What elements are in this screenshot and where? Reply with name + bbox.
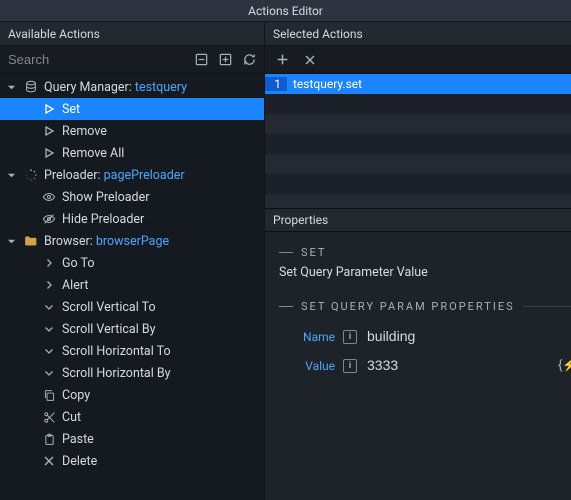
folder-icon: [23, 234, 39, 248]
group-preloader[interactable]: Preloader: pagePreloader: [0, 164, 264, 186]
item-label: Copy: [62, 388, 90, 403]
properties-header: Properties: [265, 208, 571, 232]
selected-toolbar: [265, 46, 571, 74]
row-text: testquery.set: [287, 77, 571, 91]
item-label: Remove: [62, 124, 107, 139]
play-icon: [41, 147, 57, 159]
database-icon: [23, 80, 39, 94]
eye-icon: [41, 190, 57, 204]
item-label: Scroll Horizontal To: [62, 344, 171, 359]
section-params-title: SET QUERY PARAM PROPERTIES: [279, 300, 571, 313]
eye-off-icon: [41, 212, 57, 226]
row-number: 1: [265, 77, 287, 91]
binding-icon[interactable]: {⚡}: [558, 358, 571, 373]
action-show-preloader[interactable]: Show Preloader: [0, 186, 264, 208]
action-cut[interactable]: Cut: [0, 406, 264, 428]
item-label: Show Preloader: [62, 190, 149, 205]
action-scroll-horizontal-to[interactable]: Scroll Horizontal To: [0, 340, 264, 362]
refresh-button[interactable]: [240, 51, 258, 69]
play-icon: [41, 103, 57, 115]
section-set-desc: Set Query Parameter Value: [279, 265, 571, 280]
action-hide-preloader[interactable]: Hide Preloader: [0, 208, 264, 230]
action-delete[interactable]: Delete: [0, 450, 264, 472]
spinner-icon: [23, 168, 39, 182]
item-label: Scroll Horizontal By: [62, 366, 171, 381]
chevron-down-icon: [4, 83, 18, 92]
add-button[interactable]: [273, 51, 291, 69]
chevron-down-icon: [41, 346, 57, 356]
item-label: Paste: [62, 432, 94, 447]
selected-actions-header: Selected Actions: [265, 22, 571, 46]
chevron-down-icon: [41, 368, 57, 378]
properties-body: SET Set Query Parameter Value SET QUERY …: [265, 232, 571, 500]
selected-actions-list[interactable]: 1 testquery.set: [265, 74, 571, 208]
action-scroll-horizontal-by[interactable]: Scroll Horizontal By: [0, 362, 264, 384]
item-label: Alert: [62, 278, 88, 293]
selected-actions-pane: Selected Actions 1 testquery.set Propert…: [265, 22, 571, 500]
chevron-right-icon: [41, 258, 57, 268]
item-label: Scroll Vertical By: [62, 322, 156, 337]
info-icon[interactable]: i: [343, 359, 357, 373]
play-icon: [41, 125, 57, 137]
value-label: Value: [279, 359, 335, 373]
item-label: Go To: [62, 256, 94, 271]
chevron-down-icon: [4, 237, 18, 246]
action-set[interactable]: Set: [0, 98, 264, 120]
window-title: Actions Editor: [0, 0, 571, 22]
group-browser[interactable]: Browser: browserPage: [0, 230, 264, 252]
remove-button[interactable]: [301, 51, 319, 69]
actions-tree[interactable]: Query Manager: testquery Set Remove Remo…: [0, 74, 264, 500]
action-remove[interactable]: Remove: [0, 120, 264, 142]
chevron-down-icon: [41, 324, 57, 334]
selected-action-row[interactable]: 1 testquery.set: [265, 74, 571, 94]
item-label: Scroll Vertical To: [62, 300, 156, 315]
property-value-row: Value i {⚡}: [279, 356, 571, 375]
chevron-down-icon: [4, 171, 18, 180]
action-go-to[interactable]: Go To: [0, 252, 264, 274]
copy-icon: [41, 389, 57, 402]
action-paste[interactable]: Paste: [0, 428, 264, 450]
available-actions-header: Available Actions: [0, 22, 264, 46]
group-query-manager[interactable]: Query Manager: testquery: [0, 76, 264, 98]
info-icon[interactable]: i: [343, 330, 357, 344]
clipboard-icon: [41, 433, 57, 446]
search-input[interactable]: [6, 52, 186, 67]
item-label: Remove All: [62, 146, 124, 161]
scissors-icon: [41, 411, 57, 424]
item-label: Hide Preloader: [62, 212, 144, 227]
item-label: Cut: [62, 410, 81, 425]
action-scroll-vertical-to[interactable]: Scroll Vertical To: [0, 296, 264, 318]
item-label: Set: [62, 102, 80, 117]
action-remove-all[interactable]: Remove All: [0, 142, 264, 164]
name-label: Name: [279, 330, 335, 344]
close-icon: [41, 455, 57, 467]
collapse-all-button[interactable]: [192, 51, 210, 69]
expand-all-button[interactable]: [216, 51, 234, 69]
search-toolbar: [0, 46, 264, 74]
action-alert[interactable]: Alert: [0, 274, 264, 296]
chevron-down-icon: [41, 302, 57, 312]
action-scroll-vertical-by[interactable]: Scroll Vertical By: [0, 318, 264, 340]
group-label: Query Manager: testquery: [44, 80, 187, 95]
action-copy[interactable]: Copy: [0, 384, 264, 406]
value-input[interactable]: [365, 356, 550, 375]
property-name-row: Name i ▾: [279, 327, 571, 346]
section-set-title: SET: [279, 246, 571, 259]
available-actions-pane: Available Actions Query Manager: testque…: [0, 22, 265, 500]
group-label: Browser: browserPage: [44, 234, 169, 249]
chevron-right-icon: [41, 280, 57, 290]
name-input[interactable]: [365, 327, 569, 346]
item-label: Delete: [62, 454, 97, 469]
group-label: Preloader: pagePreloader: [44, 168, 185, 183]
